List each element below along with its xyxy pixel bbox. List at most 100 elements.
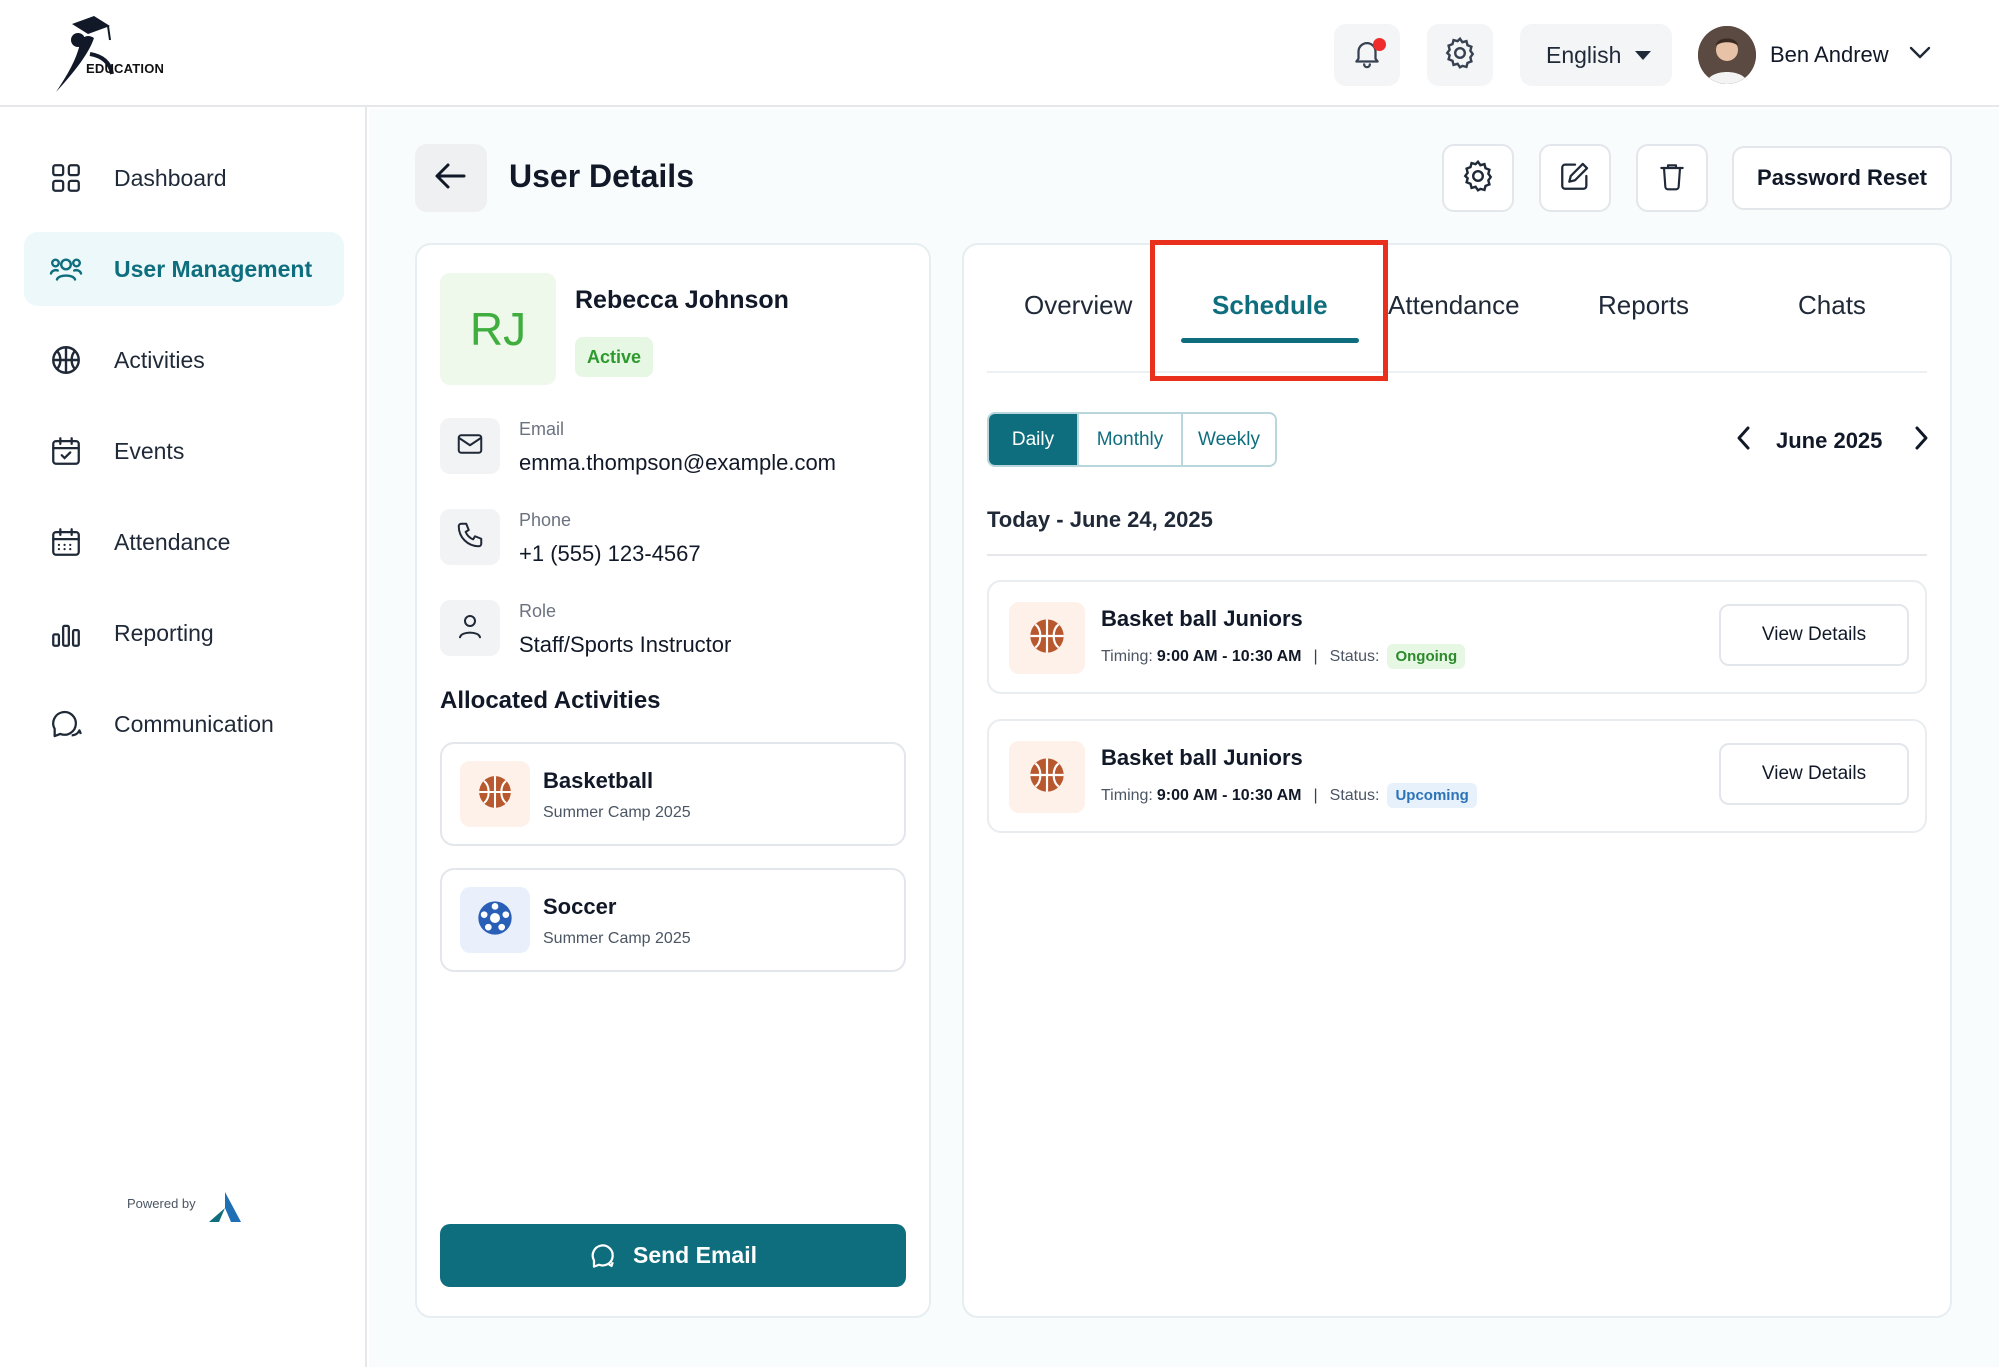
chevron-down-icon xyxy=(1909,46,1931,65)
sidebar-item-events[interactable]: Events xyxy=(24,414,344,488)
email-label: Email xyxy=(519,419,565,439)
logo-text: EDUCATION xyxy=(86,61,165,76)
view-details-button[interactable]: View Details xyxy=(1719,604,1909,666)
schedule-title: Basket ball Juniors xyxy=(1101,606,1303,631)
basketball-icon xyxy=(1027,616,1067,661)
settings-button[interactable] xyxy=(1427,24,1493,86)
caret-down-icon xyxy=(1635,50,1652,60)
phone-label: Phone xyxy=(519,510,572,530)
ball-icon xyxy=(48,342,84,378)
sidebar-item-label: Dashboard xyxy=(114,164,227,191)
schedule-icon-box xyxy=(1009,741,1085,813)
meta-separator: | xyxy=(1313,647,1318,665)
soccer-ball-icon xyxy=(475,898,515,943)
sidebar-item-label: User Management xyxy=(114,255,313,282)
view-details-button[interactable]: View Details xyxy=(1719,743,1909,805)
sidebar-item-attendance[interactable]: Attendance xyxy=(24,505,344,579)
person-icon xyxy=(455,611,485,646)
activity-subtitle: Summer Camp 2025 xyxy=(543,930,691,947)
schedule-item: Basket ball Juniors Timing: 9:00 AM - 10… xyxy=(987,719,1927,833)
user-name: Ben Andrew xyxy=(1770,42,1889,67)
mail-icon xyxy=(455,429,485,464)
today-divider xyxy=(987,554,1927,556)
powered-by-label: Powered by xyxy=(127,1196,196,1211)
view-switcher: Daily Monthly Weekly xyxy=(987,412,1277,467)
activity-subtitle: Summer Camp 2025 xyxy=(543,804,691,821)
tab-reports[interactable]: Reports xyxy=(1598,290,1689,321)
arrow-left-icon xyxy=(434,161,468,196)
status-badge: Active xyxy=(575,337,653,377)
email-value: emma.thompson@example.com xyxy=(519,450,837,475)
role-label: Role xyxy=(519,601,557,621)
language-label: English xyxy=(1546,41,1622,68)
user-settings-button[interactable] xyxy=(1442,144,1514,212)
chevron-right-icon xyxy=(1910,424,1932,457)
edit-button[interactable] xyxy=(1539,144,1611,212)
phone-value: +1 (555) 123-4567 xyxy=(519,541,701,566)
view-monthly-button[interactable]: Monthly xyxy=(1079,414,1183,465)
notifications-button[interactable] xyxy=(1334,24,1400,86)
users-icon xyxy=(48,251,84,287)
bar-chart-icon xyxy=(48,615,84,651)
password-reset-button[interactable]: Password Reset xyxy=(1732,146,1952,210)
view-weekly-button[interactable]: Weekly xyxy=(1183,414,1275,465)
education-logo[interactable] xyxy=(50,14,180,94)
phone-icon-box xyxy=(440,509,500,565)
chat-icon xyxy=(589,1241,619,1271)
phone-icon xyxy=(455,520,485,555)
user-initials-avatar: RJ xyxy=(440,273,556,385)
delete-button[interactable] xyxy=(1636,144,1708,212)
email-icon-box xyxy=(440,418,500,474)
sidebar-item-user-management[interactable]: User Management xyxy=(24,232,344,306)
tab-overview[interactable]: Overview xyxy=(1024,290,1132,321)
status-label: Status: xyxy=(1329,786,1380,804)
view-daily-button[interactable]: Daily xyxy=(989,414,1079,465)
language-select[interactable]: English xyxy=(1520,24,1672,86)
role-icon-box xyxy=(440,600,500,656)
sidebar-item-reporting[interactable]: Reporting xyxy=(24,596,344,670)
edit-icon xyxy=(1558,159,1592,198)
meta-separator: | xyxy=(1313,786,1318,804)
send-email-button[interactable]: Send Email xyxy=(440,1224,906,1287)
trash-icon xyxy=(1656,159,1688,198)
month-label: June 2025 xyxy=(1776,428,1883,453)
avatar xyxy=(1698,26,1756,84)
sidebar-item-dashboard[interactable]: Dashboard xyxy=(24,141,344,215)
tab-chats[interactable]: Chats xyxy=(1798,290,1866,321)
grid-icon xyxy=(48,160,84,196)
activity-card[interactable]: Basketball Summer Camp 2025 xyxy=(440,742,906,846)
status-badge: Upcoming xyxy=(1387,783,1477,808)
tabs-divider xyxy=(987,371,1927,373)
activity-icon-box xyxy=(460,887,530,953)
status-label: Status: xyxy=(1329,647,1380,665)
activity-card[interactable]: Soccer Summer Camp 2025 xyxy=(440,868,906,972)
schedule-icon-box xyxy=(1009,602,1085,674)
timing-label: Timing: xyxy=(1101,786,1153,804)
timing-value: 9:00 AM - 10:30 AM xyxy=(1156,647,1302,665)
send-email-label: Send Email xyxy=(633,1242,757,1268)
back-button[interactable] xyxy=(415,144,487,212)
highlight-box xyxy=(1150,240,1388,381)
prev-month-button[interactable] xyxy=(1733,424,1755,457)
tab-attendance[interactable]: Attendance xyxy=(1388,290,1520,321)
schedule-title: Basket ball Juniors xyxy=(1101,745,1303,770)
activity-name: Soccer xyxy=(543,894,617,919)
notification-dot xyxy=(1373,38,1386,51)
gear-icon xyxy=(1442,35,1478,76)
brand-logo xyxy=(207,1190,243,1229)
sidebar-item-label: Events xyxy=(114,437,185,464)
schedule-item: Basket ball Juniors Timing: 9:00 AM - 10… xyxy=(987,580,1927,694)
next-month-button[interactable] xyxy=(1910,424,1932,457)
allocated-activities-title: Allocated Activities xyxy=(440,687,661,714)
sidebar-item-activities[interactable]: Activities xyxy=(24,323,344,397)
chevron-left-icon xyxy=(1733,424,1755,457)
sidebar-item-communication[interactable]: Communication xyxy=(24,687,344,761)
schedule-meta: Timing: 9:00 AM - 10:30 AM | Status: Upc… xyxy=(1101,783,1477,808)
user-name-heading: Rebecca Johnson xyxy=(575,286,789,314)
basketball-icon xyxy=(476,773,514,816)
sidebar-item-label: Attendance xyxy=(114,528,231,555)
timing-label: Timing: xyxy=(1101,647,1153,665)
activity-name: Basketball xyxy=(543,768,654,793)
user-menu[interactable]: Ben Andrew xyxy=(1698,26,1931,84)
page-title: User Details xyxy=(509,158,694,194)
